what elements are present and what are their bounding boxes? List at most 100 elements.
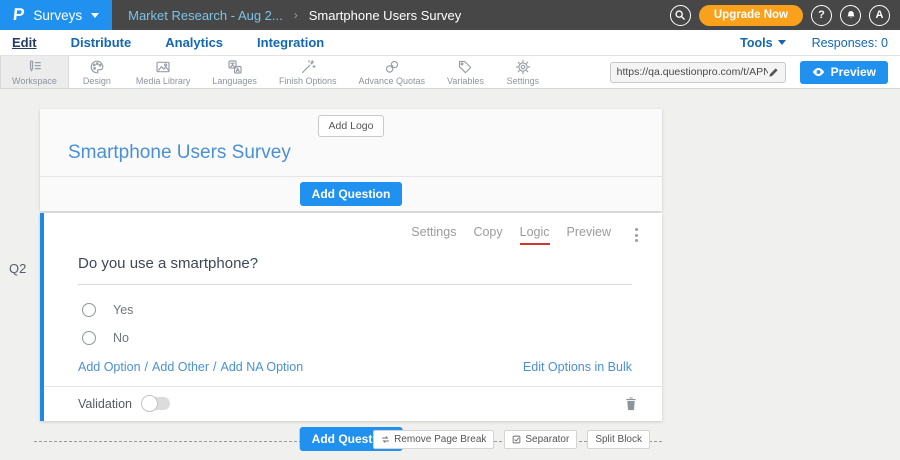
tab-analytics[interactable]: Analytics: [165, 35, 223, 50]
answer-option-label[interactable]: Yes: [113, 303, 133, 317]
question-number: Q2: [9, 261, 26, 276]
survey-url-text: https://qa.questionpro.com/t/APNrFZgQ: [617, 66, 768, 78]
toolbar-item-workspace[interactable]: Workspace: [0, 56, 69, 88]
editor-toolbar: Workspace Design Media Library Languages…: [0, 56, 900, 89]
media-image-icon: [155, 59, 171, 75]
remove-page-break-label: Remove Page Break: [394, 434, 486, 445]
validation-row: Validation: [44, 386, 662, 421]
separator-label: Separator: [525, 434, 569, 445]
magic-wand-icon: [300, 59, 316, 75]
breadcrumb-separator-icon: ›: [294, 8, 298, 22]
survey-url-input[interactable]: https://qa.questionpro.com/t/APNrFZgQ: [610, 62, 786, 83]
question-tabs: Settings Copy Logic Preview: [44, 213, 662, 245]
preview-button-label: Preview: [831, 65, 876, 79]
option-links-row: Add Option / Add Other / Add NA Option Edit …: [44, 360, 662, 386]
upgrade-now-button[interactable]: Upgrade Now: [699, 5, 803, 26]
chevron-down-icon: [91, 13, 99, 18]
toolbar-item-label: Variables: [447, 76, 484, 86]
question-card: Settings Copy Logic Preview Do you use a…: [40, 213, 662, 421]
preview-button[interactable]: Preview: [800, 61, 888, 84]
responses-count[interactable]: Responses: 0: [812, 36, 888, 50]
search-icon: [674, 9, 686, 21]
toolbar-item-label: Advance Quotas: [358, 76, 425, 86]
surveys-menu[interactable]: P Surveys: [0, 0, 112, 30]
add-question-row: Add Question: [40, 177, 662, 211]
workspace-icon: [26, 59, 42, 75]
languages-icon: [227, 59, 243, 75]
toolbar-item-label: Settings: [507, 76, 540, 86]
survey-title[interactable]: Smartphone Users Survey: [68, 142, 291, 163]
top-bar: P Surveys Market Research - Aug 2... › S…: [0, 0, 900, 30]
tab-edit[interactable]: Edit: [12, 35, 37, 50]
separator-button[interactable]: Separator: [504, 430, 577, 449]
answer-option-label[interactable]: No: [113, 331, 129, 345]
link-separator: /: [145, 360, 148, 374]
design-palette-icon: [89, 59, 105, 75]
section-nav: Edit Distribute Analytics Integration To…: [0, 30, 900, 56]
account-avatar[interactable]: A: [869, 5, 890, 26]
chevron-down-icon: [778, 40, 786, 45]
tools-menu[interactable]: Tools: [740, 36, 785, 50]
remove-page-break-button[interactable]: Remove Page Break: [373, 430, 494, 449]
surveys-menu-label: Surveys: [33, 8, 82, 23]
toolbar-item-variables[interactable]: Variables: [436, 56, 495, 88]
questionpro-logo-icon: P: [12, 5, 25, 25]
add-other-link[interactable]: Add Other: [152, 360, 209, 374]
toolbar-item-label: Finish Options: [279, 76, 337, 86]
question-tab-preview[interactable]: Preview: [567, 225, 611, 245]
add-question-button-top[interactable]: Add Question: [300, 182, 403, 206]
question-text-row: Do you use a smartphone?: [78, 255, 632, 285]
question-tab-settings[interactable]: Settings: [411, 225, 456, 245]
nav-right: Tools Responses: 0: [740, 36, 888, 50]
tab-integration[interactable]: Integration: [257, 35, 324, 50]
toolbar-item-label: Media Library: [136, 76, 191, 86]
validation-toggle[interactable]: [143, 397, 170, 410]
question-tab-copy[interactable]: Copy: [473, 225, 502, 245]
edit-options-in-bulk-link[interactable]: Edit Options in Bulk: [523, 360, 632, 374]
question-text[interactable]: Do you use a smartphone?: [78, 255, 258, 272]
trash-icon: [624, 396, 638, 411]
top-bar-actions: Upgrade Now ? A: [670, 5, 900, 26]
validation-label: Validation: [78, 397, 132, 411]
page-break-row: Add Question Remove Page Break Separator…: [40, 424, 662, 458]
search-button[interactable]: [670, 5, 691, 26]
question-tab-logic[interactable]: Logic: [520, 225, 550, 245]
notifications-button[interactable]: [840, 5, 861, 26]
answer-option-row[interactable]: No: [82, 331, 662, 345]
delete-question-button[interactable]: [624, 396, 638, 411]
split-block-label: Split Block: [595, 434, 642, 445]
more-options-menu-icon[interactable]: [633, 226, 640, 244]
separator-checkbox-icon: [512, 435, 521, 444]
help-button[interactable]: ?: [811, 5, 832, 26]
bell-icon: [845, 9, 857, 21]
breadcrumb-parent[interactable]: Market Research - Aug 2...: [128, 8, 283, 23]
tab-distribute[interactable]: Distribute: [71, 35, 132, 50]
radio-button-icon[interactable]: [82, 331, 96, 345]
toolbar-item-label: Design: [83, 76, 111, 86]
eye-icon: [812, 67, 825, 77]
toolbar-item-languages[interactable]: Languages: [201, 56, 268, 88]
toolbar-item-finish-options[interactable]: Finish Options: [268, 56, 348, 88]
add-na-option-link[interactable]: Add NA Option: [221, 360, 304, 374]
toolbar-item-design[interactable]: Design: [69, 56, 125, 88]
toolbar-item-media-library[interactable]: Media Library: [125, 56, 202, 88]
gear-icon: [515, 59, 531, 75]
add-logo-button[interactable]: Add Logo: [318, 115, 385, 137]
survey-header-card: Add Logo Smartphone Users Survey Add Que…: [40, 109, 662, 211]
toolbar-right: https://qa.questionpro.com/t/APNrFZgQ Pr…: [610, 56, 900, 88]
title-row: Smartphone Users Survey: [40, 137, 662, 176]
radio-button-icon[interactable]: [82, 303, 96, 317]
toolbar-item-label: Languages: [212, 76, 257, 86]
link-separator: /: [213, 360, 216, 374]
toolbar-item-settings[interactable]: Settings: [495, 56, 551, 88]
split-block-button[interactable]: Split Block: [587, 430, 650, 449]
survey-column: Add Logo Smartphone Users Survey Add Que…: [40, 109, 662, 458]
answer-option-row[interactable]: Yes: [82, 303, 662, 317]
add-option-links: Add Option / Add Other / Add NA Option: [78, 360, 303, 374]
tools-menu-label: Tools: [740, 36, 772, 50]
remove-page-break-icon: [381, 435, 390, 444]
chain-links-icon: [384, 59, 400, 75]
add-option-link[interactable]: Add Option: [78, 360, 141, 374]
edit-pencil-icon[interactable]: [768, 67, 779, 78]
toolbar-item-advance-quotas[interactable]: Advance Quotas: [347, 56, 436, 88]
